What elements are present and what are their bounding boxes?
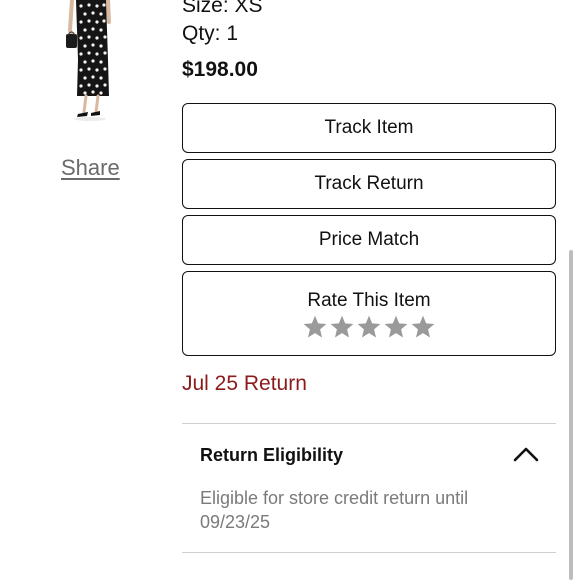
- item-quantity: Qty: 1: [182, 22, 239, 45]
- rate-item-title: Rate This Item: [307, 290, 431, 311]
- rate-item-panel: Rate This Item: [182, 271, 556, 356]
- divider: [182, 552, 556, 553]
- price-match-button[interactable]: Price Match: [182, 215, 556, 265]
- star-3-icon[interactable]: [356, 314, 382, 340]
- return-eligibility-toggle[interactable]: Return Eligibility: [182, 424, 556, 484]
- return-eligibility-text: Eligible for store credit return until 0…: [200, 488, 469, 532]
- price-match-label: Price Match: [318, 229, 420, 250]
- return-eligibility-title: Return Eligibility: [200, 445, 344, 465]
- scrollbar[interactable]: [569, 250, 573, 580]
- product-image[interactable]: [62, 0, 118, 122]
- track-item-label: Track Item: [324, 117, 414, 138]
- return-date: Jul 25 Return: [182, 372, 307, 395]
- star-4-icon[interactable]: [383, 314, 409, 340]
- item-size: Size: XS: [182, 0, 263, 17]
- star-2-icon[interactable]: [329, 314, 355, 340]
- chevron-up-icon[interactable]: [512, 444, 540, 464]
- star-1-icon[interactable]: [302, 314, 328, 340]
- track-return-button[interactable]: Track Return: [182, 159, 556, 209]
- star-rating[interactable]: [183, 314, 555, 340]
- track-item-button[interactable]: Track Item: [182, 103, 556, 153]
- item-price: $198.00: [182, 58, 258, 81]
- track-return-label: Track Return: [314, 173, 424, 194]
- star-5-icon[interactable]: [410, 314, 436, 340]
- order-item-detail: Share Size: XS Qty: 1 $198.00 Track Item…: [0, 0, 580, 580]
- share-link[interactable]: Share: [61, 155, 120, 181]
